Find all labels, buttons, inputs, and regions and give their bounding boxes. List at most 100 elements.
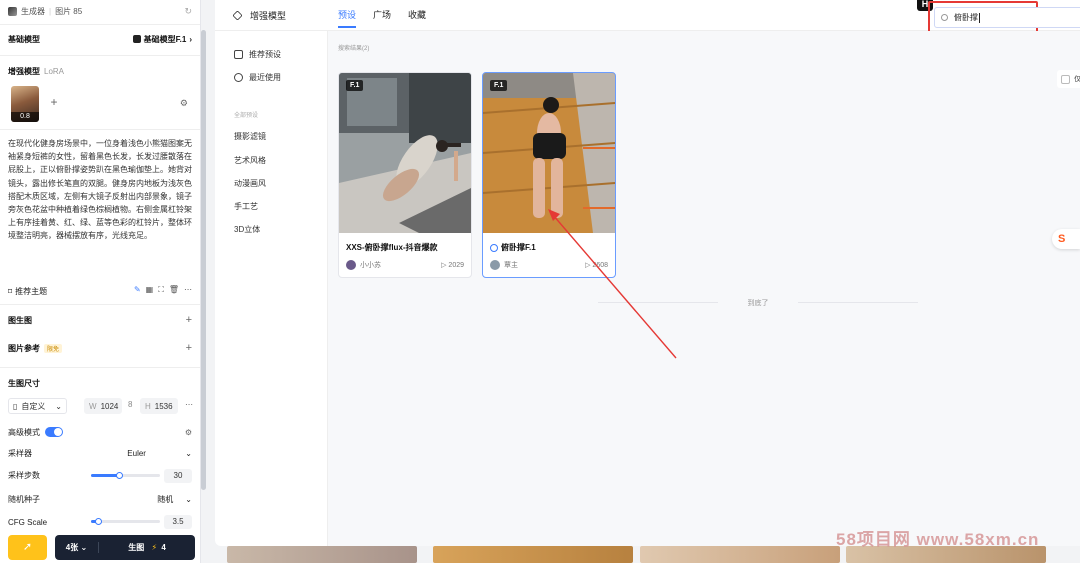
height-field[interactable]: H 1536 <box>140 398 178 414</box>
steps-slider-fill <box>91 474 119 477</box>
image-count-select[interactable]: 4张 ⌄ <box>55 542 99 553</box>
lora-thumbnail[interactable]: 0.8 <box>11 86 39 122</box>
nav-item-handcraft[interactable]: 手工艺 <box>234 201 258 212</box>
rocket-icon: ➚ <box>22 541 33 553</box>
preset-title-text: 俯卧撑F.1 <box>501 243 536 252</box>
author-name: 小小苏 <box>360 262 381 269</box>
more-icon[interactable]: ⋯ <box>185 400 193 409</box>
left-scrollbar[interactable] <box>201 30 206 490</box>
model-tag: F.1 <box>490 80 508 91</box>
checkbox-icon <box>1061 74 1070 84</box>
chevron-down-icon: ⌄ <box>55 401 62 411</box>
base-model-selector[interactable]: 基础模型F.1 › <box>132 34 192 45</box>
cfg-label: CFG Scale <box>8 517 48 527</box>
nav-label: 推荐预设 <box>249 50 281 59</box>
img2img-row[interactable]: 图生图 + <box>8 313 192 327</box>
image-ref-row[interactable]: 图片参考 限免 + <box>8 341 192 355</box>
prompt-text[interactable]: 在现代化健身房场景中，一位身着浅色小熊猫图案无袖紧身短裤的女性，留着黑色长发，长… <box>8 137 194 243</box>
video-icon <box>490 243 498 252</box>
steps-slider-knob[interactable] <box>115 472 123 479</box>
nav-label: 最近使用 <box>249 73 281 82</box>
enhance-model-dialog: 增强模型 预设 广场 收藏 H 俯卧撑 推荐预设 最近使用 全部预设 摄影滤镜 … <box>215 0 1080 546</box>
recommend-label: 推荐主题 <box>15 286 48 296</box>
advanced-toggle[interactable] <box>45 427 63 437</box>
use-count-value: 2608 <box>592 262 608 269</box>
divider <box>0 304 200 305</box>
grid-icon[interactable]: ▦ <box>146 285 154 295</box>
size-mode-select[interactable]: ▯ 自定义 ⌄ <box>8 398 67 414</box>
divider <box>0 24 200 25</box>
nav-item-3d[interactable]: 3D立体 <box>234 224 260 235</box>
use-count: ▷ 2029 <box>441 262 464 269</box>
rocket-button[interactable]: ➚ <box>8 535 47 560</box>
seed-row[interactable]: 随机种子 随机 ⌄ <box>8 493 192 505</box>
base-model-value: 基础模型F.1 <box>143 34 187 44</box>
settings-icon[interactable]: ⚙ <box>185 428 192 437</box>
width-value: 1024 <box>100 401 119 411</box>
expand-icon[interactable]: ⛶ <box>158 285 164 295</box>
end-of-list: 到底了 <box>598 298 918 308</box>
nav-item-photo-filter[interactable]: 摄影滤镜 <box>234 131 266 142</box>
generator-logo-icon <box>8 6 17 16</box>
advanced-label: 高级模式 <box>8 427 40 437</box>
generate-button[interactable]: 4张 ⌄ 生图 ⚡ 4 <box>55 535 195 560</box>
use-count-value: 2029 <box>448 262 464 269</box>
sampler-value: Euler <box>127 448 146 458</box>
steps-value[interactable]: 30 <box>164 469 192 483</box>
preset-card[interactable]: F.1 XXS-俯卧撑flux-抖音爆款 小小苏 ▷ 2029 <box>338 72 472 278</box>
cfg-value[interactable]: 3.5 <box>164 515 192 529</box>
search-icon <box>941 14 948 21</box>
height-value: 1536 <box>154 401 173 411</box>
watermark: 58项目网 www.58xm.cn <box>836 530 1040 549</box>
trash-icon[interactable]: 🗑 <box>169 285 179 295</box>
preset-title: XXS-俯卧撑flux-抖音爆款 <box>346 243 438 252</box>
divider <box>0 367 200 368</box>
tab-square[interactable]: 广场 <box>373 8 391 28</box>
recommend-row[interactable]: ⌑ 推荐主题 <box>8 285 120 297</box>
chevron-right-icon: › <box>189 34 192 44</box>
nav-item-recent[interactable]: 最近使用 <box>234 72 281 83</box>
panel-header: 生成器 | 图片 85 ↻ <box>8 4 192 18</box>
model-icon <box>132 35 141 43</box>
chevron-down-icon: ⌄ <box>185 494 192 504</box>
image-ref-label: 图片参考 <box>8 343 40 353</box>
more-icon[interactable]: ⋯ <box>184 285 192 295</box>
steps-label: 采样步数 <box>8 470 40 480</box>
dialog-header: 增强模型 预设 广场 收藏 H 俯卧撑 <box>215 0 1080 34</box>
bookmark-icon <box>234 50 243 59</box>
nav-item-anime[interactable]: 动漫画风 <box>234 178 266 189</box>
sampler-label: 采样器 <box>8 448 32 458</box>
clock-icon <box>234 73 243 82</box>
width-prefix: W <box>89 401 97 411</box>
sampler-row[interactable]: 采样器 Euler ⌄ <box>8 447 192 459</box>
add-lora-icon[interactable]: + <box>45 93 63 111</box>
author-name: 覃主 <box>504 262 518 269</box>
nav-item-art-style[interactable]: 艺术风格 <box>234 155 266 166</box>
nav-section-label: 全部预设 <box>234 113 259 119</box>
free-badge: 限免 <box>44 343 63 353</box>
width-field[interactable]: W 1024 <box>84 398 122 414</box>
lora-tag: LoRA <box>44 66 65 76</box>
nav-item-recommended[interactable]: 推荐预设 <box>234 49 281 60</box>
background-thumbnail <box>640 546 840 563</box>
search-input[interactable]: 俯卧撑 <box>934 7 1080 28</box>
input-method-icon[interactable]: S <box>1052 229 1080 249</box>
add-icon[interactable]: + <box>186 342 192 354</box>
cfg-slider-knob[interactable] <box>94 518 102 525</box>
title-divider: | <box>49 6 52 16</box>
lora-settings-icon[interactable]: ⚙ <box>180 98 188 109</box>
cfg-slider[interactable] <box>91 518 160 525</box>
tab-favorites[interactable]: 收藏 <box>408 8 426 28</box>
only-filter-checkbox[interactable]: 仅 <box>1057 70 1080 88</box>
enhance-model-row: 增强模型 LoRA <box>8 64 192 78</box>
tab-presets[interactable]: 预设 <box>338 8 357 28</box>
edit-icon[interactable]: ✎ <box>134 285 141 295</box>
avatar <box>490 260 500 270</box>
preset-card-selected[interactable]: F.1 俯卧撑F.1 覃主 ▷ 2608 <box>482 72 616 278</box>
add-icon[interactable]: + <box>186 314 192 326</box>
generate-cost: 4 <box>161 543 166 552</box>
size-row: 生图尺寸 <box>8 377 192 389</box>
link-icon[interactable]: 8 <box>128 400 132 409</box>
refresh-icon[interactable]: ↻ <box>184 6 192 17</box>
steps-slider[interactable] <box>91 472 160 479</box>
